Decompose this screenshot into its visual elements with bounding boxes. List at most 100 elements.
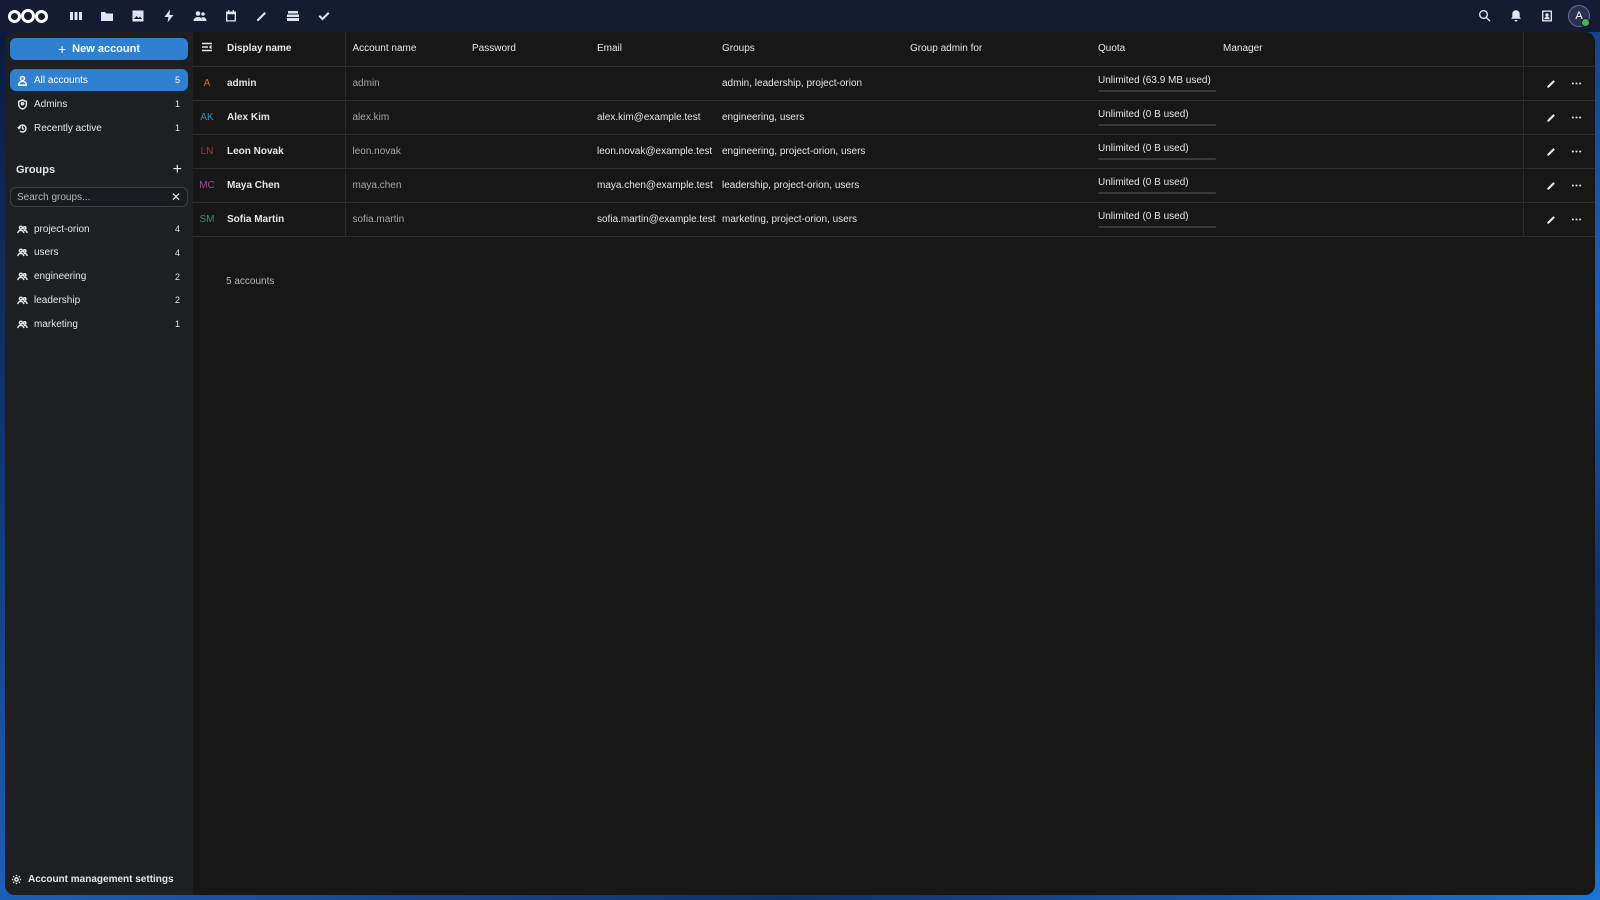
avatar: A xyxy=(203,77,211,89)
quota-cell: Unlimited (0 B used) xyxy=(1098,134,1223,168)
quota-label: Unlimited (0 B used) xyxy=(1098,108,1189,120)
group-item-leadership[interactable]: leadership 2 xyxy=(10,289,188,311)
table-row[interactable]: LN Leon Novak leon.novak leon.novak@exam… xyxy=(193,134,1595,168)
table-row[interactable]: MC Maya Chen maya.chen maya.chen@example… xyxy=(193,168,1595,202)
table-row[interactable]: AK Alex Kim alex.kim alex.kim@example.te… xyxy=(193,100,1595,134)
account-name: alex.kim xyxy=(352,111,390,123)
table-header-row: Display name Account name Password Email… xyxy=(193,32,1595,66)
email: sofia.martin@example.test xyxy=(597,213,716,225)
group-label: project-orion xyxy=(34,223,90,235)
notifications-icon[interactable] xyxy=(1500,0,1531,32)
photos-icon[interactable] xyxy=(122,0,153,32)
files-icon[interactable] xyxy=(91,0,122,32)
nextcloud-logo[interactable] xyxy=(8,6,48,26)
group-label: engineering xyxy=(34,271,87,283)
manager-cell xyxy=(1223,66,1523,100)
group-count: 1 xyxy=(174,319,180,330)
activity-icon[interactable] xyxy=(153,0,184,32)
header-account-name[interactable]: Account name xyxy=(345,32,472,66)
edit-pencil-icon[interactable] xyxy=(1545,213,1557,225)
more-actions-icon[interactable] xyxy=(1570,111,1582,123)
group-icon xyxy=(16,271,28,283)
edit-pencil-icon[interactable] xyxy=(1545,179,1557,191)
groups: engineering, project-orion, users xyxy=(722,145,866,157)
nav-count: 1 xyxy=(174,123,180,133)
app-container: + New account All accounts 5 Admins 1 Re… xyxy=(5,32,1595,895)
header-quota: Quota xyxy=(1098,43,1126,55)
email: maya.chen@example.test xyxy=(597,179,713,191)
clear-search-icon[interactable]: ✕ xyxy=(171,190,181,204)
quota-cell: Unlimited (0 B used) xyxy=(1098,100,1223,134)
deck-icon[interactable] xyxy=(277,0,308,32)
quota-bar xyxy=(1098,225,1216,228)
search-icon[interactable] xyxy=(1469,0,1500,32)
account-settings-button[interactable]: Account management settings xyxy=(11,874,174,885)
group-item-marketing[interactable]: marketing 1 xyxy=(10,313,188,335)
notes-icon[interactable] xyxy=(246,0,277,32)
display-name: admin xyxy=(227,66,346,100)
groups: admin, leadership, project-orion xyxy=(722,77,863,89)
quota-label: Unlimited (63.9 MB used) xyxy=(1098,74,1211,86)
quota-bar xyxy=(1098,157,1216,160)
quota-cell: Unlimited (63.9 MB used) xyxy=(1098,66,1223,100)
toggle-sidebar-icon[interactable] xyxy=(201,41,215,55)
header-manager: Manager xyxy=(1223,43,1263,55)
accounts-table: Display name Account name Password Email… xyxy=(193,32,1595,237)
account-name: leon.novak xyxy=(352,145,401,157)
more-actions-icon[interactable] xyxy=(1570,213,1582,225)
edit-pencil-icon[interactable] xyxy=(1545,145,1557,157)
user-avatar[interactable]: A xyxy=(1568,5,1590,27)
shield-icon xyxy=(16,98,28,110)
accounts-table-area: Display name Account name Password Email… xyxy=(193,32,1595,895)
new-account-button[interactable]: + New account xyxy=(10,38,188,60)
contacts-icon[interactable] xyxy=(184,0,215,32)
new-account-label: New account xyxy=(72,43,141,55)
table-row[interactable]: A admin admin admin, leadership, project… xyxy=(193,66,1595,100)
group-label: leadership xyxy=(34,294,81,306)
history-icon xyxy=(16,122,28,134)
more-actions-icon[interactable] xyxy=(1570,77,1582,89)
tasks-icon[interactable] xyxy=(308,0,339,32)
nav-admins[interactable]: Admins 1 xyxy=(10,93,188,115)
header-groups: Groups xyxy=(722,43,755,55)
header-display-name[interactable]: Display name xyxy=(227,32,346,66)
search-groups-input[interactable] xyxy=(17,191,171,203)
edit-pencil-icon[interactable] xyxy=(1545,111,1557,123)
calendar-icon[interactable] xyxy=(215,0,246,32)
accounts-nav: All accounts 5 Admins 1 Recently active … xyxy=(10,69,188,139)
quota-label: Unlimited (0 B used) xyxy=(1098,142,1189,154)
display-name: Sofia Martin xyxy=(227,202,346,236)
contacts-menu-icon[interactable] xyxy=(1531,0,1562,32)
avatar: SM xyxy=(199,213,215,225)
edit-pencil-icon[interactable] xyxy=(1545,77,1557,89)
account-name: admin xyxy=(352,77,380,89)
accounts-count: 5 accounts xyxy=(226,276,275,287)
password-cell xyxy=(472,168,597,202)
group-admin-cell xyxy=(910,168,1098,202)
display-name: Leon Novak xyxy=(227,134,346,168)
add-group-icon[interactable]: + xyxy=(173,161,182,179)
account-name: sofia.martin xyxy=(352,213,405,225)
group-count: 4 xyxy=(174,224,180,234)
top-header: A xyxy=(0,0,1600,32)
more-actions-icon[interactable] xyxy=(1570,145,1582,157)
groups-heading: Groups xyxy=(16,164,56,176)
group-item-users[interactable]: users 4 xyxy=(10,242,188,264)
table-row[interactable]: SM Sofia Martin sofia.martin sofia.marti… xyxy=(193,202,1595,236)
nav-recently-active[interactable]: Recently active 1 xyxy=(10,117,188,139)
group-item-engineering[interactable]: engineering 2 xyxy=(10,266,188,288)
quota-bar xyxy=(1098,89,1216,92)
group-admin-cell xyxy=(910,66,1098,100)
sidebar: + New account All accounts 5 Admins 1 Re… xyxy=(5,32,193,895)
group-item-project-orion[interactable]: project-orion 4 xyxy=(10,218,188,240)
manager-cell xyxy=(1223,202,1523,236)
dashboard-icon[interactable] xyxy=(60,0,91,32)
nav-all-accounts[interactable]: All accounts 5 xyxy=(10,69,188,91)
group-count: 2 xyxy=(174,295,180,306)
email: alex.kim@example.test xyxy=(597,111,701,123)
account-name: maya.chen xyxy=(352,179,402,191)
group-count: 2 xyxy=(174,271,180,282)
more-actions-icon[interactable] xyxy=(1570,179,1582,191)
manager-cell xyxy=(1223,168,1523,202)
group-icon xyxy=(16,247,28,259)
